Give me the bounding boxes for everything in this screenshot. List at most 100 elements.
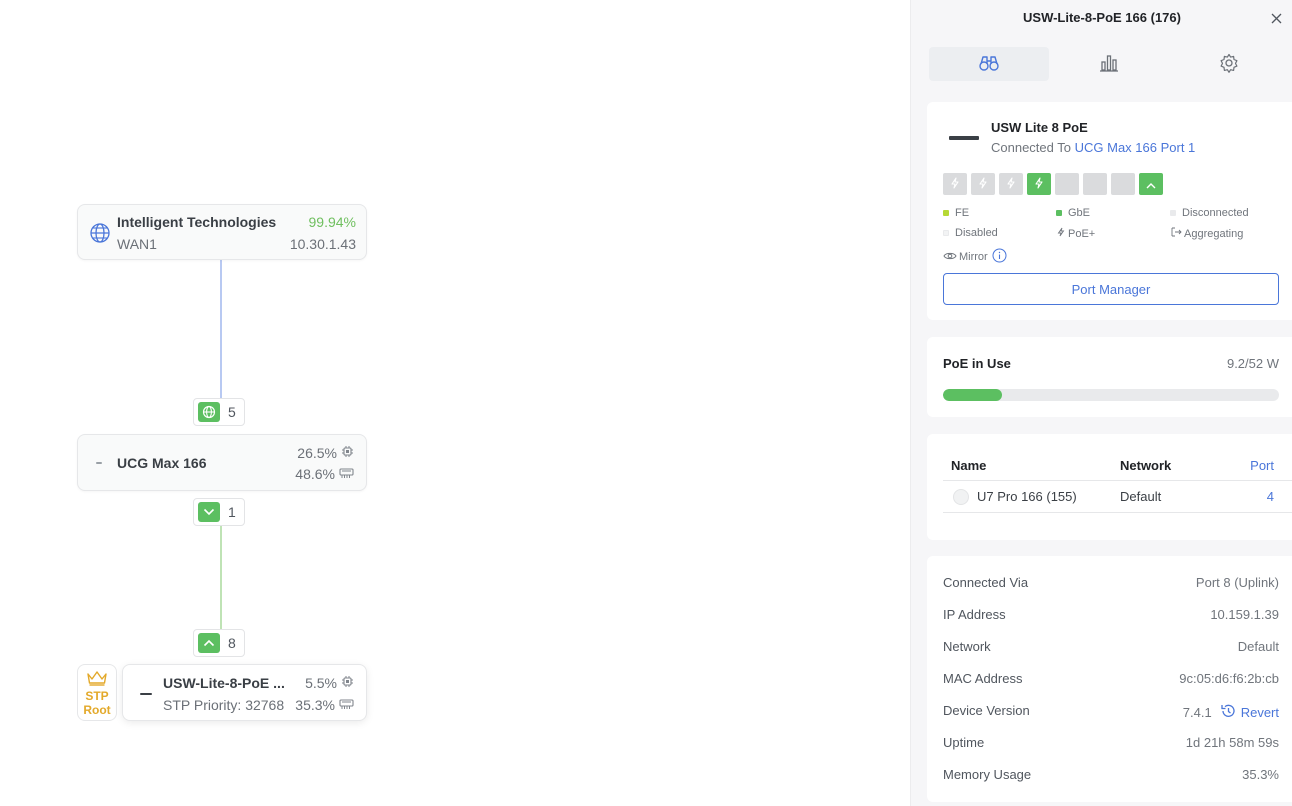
uplink-device-link[interactable]: UCG Max 166 Port 1 <box>1075 140 1196 155</box>
port-number: 5 <box>228 404 236 420</box>
legend-disconnected: Disconnected <box>1170 207 1249 219</box>
topology-canvas[interactable]: Intelligent Technologies 99.94% WAN1 10.… <box>0 0 910 806</box>
client-name: U7 Pro 166 (155) <box>977 489 1077 504</box>
info-network: Network Default <box>943 639 1279 654</box>
poe-icon <box>949 176 961 192</box>
chevron-up-icon <box>1146 177 1156 192</box>
chevron-up-icon <box>198 633 220 653</box>
memory-icon <box>339 698 354 713</box>
close-button[interactable] <box>1267 10 1285 28</box>
switch-link-line <box>220 526 222 631</box>
column-header-network[interactable]: Network <box>1120 458 1171 473</box>
poe-icon <box>1005 176 1017 192</box>
legend-poe: PoE+ <box>1056 227 1095 240</box>
gateway-lan-port-chip[interactable]: 1 <box>193 498 245 526</box>
poe-icon <box>1056 227 1066 240</box>
info-device-version: Device Version 7.4.1 Revert <box>943 703 1279 722</box>
switch-node[interactable]: USW-Lite-8-PoE ... STP Priority: 32768 5… <box>122 664 367 721</box>
connected-to: Connected To UCG Max 166 Port 1 <box>991 140 1196 155</box>
globe-icon <box>89 222 111 247</box>
port-3[interactable] <box>999 173 1023 195</box>
port-7[interactable] <box>1111 173 1135 195</box>
info-ip-address: IP Address 10.159.1.39 <box>943 607 1279 622</box>
poe-label: PoE in Use <box>943 356 1011 371</box>
switch-uplink-port-chip[interactable]: 8 <box>193 629 245 657</box>
gateway-node[interactable]: UCG Max 166 26.5% 48.6% <box>77 434 367 491</box>
poe-usage-card: PoE in Use 9.2/52 W <box>927 337 1292 417</box>
ap-device-icon <box>953 489 969 505</box>
gear-icon <box>1219 53 1239 76</box>
port-number: 1 <box>228 504 236 520</box>
tab-overview[interactable] <box>929 47 1049 81</box>
port-2[interactable] <box>971 173 995 195</box>
column-header-port[interactable]: Port <box>1222 458 1274 473</box>
legend-fe: FE <box>943 207 969 219</box>
revert-button[interactable]: Revert <box>1220 703 1279 722</box>
info-connected-via: Connected Via Port 8 (Uplink) <box>943 575 1279 590</box>
binoculars-icon <box>978 54 1000 75</box>
bar-chart-icon <box>1099 54 1119 75</box>
aggregating-icon <box>1170 227 1182 240</box>
device-overview-card: USW Lite 8 PoE Connected To UCG Max 166 … <box>927 102 1292 320</box>
globe-icon <box>198 402 220 422</box>
port-6[interactable] <box>1083 173 1107 195</box>
port-1[interactable] <box>943 173 967 195</box>
port-4[interactable] <box>1027 173 1051 195</box>
gateway-wan-port-chip[interactable]: 5 <box>193 398 245 426</box>
wan-ip: 10.30.1.43 <box>289 236 356 252</box>
stp-root-badge: STP Root <box>77 664 117 721</box>
memory-icon <box>339 467 354 482</box>
gateway-device-icon <box>96 462 102 464</box>
isp-name: Intelligent Technologies <box>117 214 277 230</box>
info-memory-usage: Memory Usage 35.3% <box>943 767 1279 782</box>
crown-icon <box>86 670 108 689</box>
version-value: 7.4.1 <box>1182 705 1212 720</box>
switch-cpu: 5.5% <box>305 675 354 691</box>
switch-device-icon <box>140 693 152 695</box>
tab-statistics[interactable] <box>1049 47 1169 81</box>
gateway-memory: 48.6% <box>295 466 354 482</box>
poe-value: 9.2/52 W <box>1226 356 1279 371</box>
poe-icon <box>977 176 989 192</box>
wan-link-line <box>220 260 222 400</box>
port-row <box>943 173 1163 195</box>
isp-uptime: 99.94% <box>308 214 356 230</box>
close-icon <box>1271 12 1282 27</box>
switch-name: USW-Lite-8-PoE ... <box>163 675 285 691</box>
wan-label: WAN1 <box>117 236 157 252</box>
info-mac-address: MAC Address 9c:05:d6:f6:2b:cb <box>943 671 1279 686</box>
poe-progress-fill <box>943 389 1003 401</box>
column-header-name[interactable]: Name <box>951 458 986 473</box>
table-row[interactable]: U7 Pro 166 (155) Default 4 <box>943 481 1292 513</box>
device-model: USW Lite 8 PoE <box>991 120 1088 135</box>
root-label: Root <box>83 703 111 717</box>
internet-node[interactable]: Intelligent Technologies 99.94% WAN1 10.… <box>77 204 367 260</box>
info-uptime: Uptime 1d 21h 58m 59s <box>943 735 1279 750</box>
legend-disabled: Disabled <box>943 227 998 239</box>
stp-label: STP <box>85 689 109 703</box>
legend-mirror: Mirror <box>943 248 1007 266</box>
port-8[interactable] <box>1139 173 1163 195</box>
switch-memory: 35.3% <box>295 697 354 713</box>
client-network: Default <box>1120 489 1162 504</box>
switch-device-icon <box>949 136 979 140</box>
switch-stp-priority: STP Priority: 32768 <box>163 697 285 713</box>
connected-clients-card: Name Network Port U7 Pro 166 (155) Defau… <box>927 434 1292 540</box>
legend-gbe: GbE <box>1056 207 1090 219</box>
poe-icon <box>1033 176 1045 192</box>
cpu-icon <box>341 675 354 691</box>
client-port[interactable]: 4 <box>1222 489 1274 504</box>
eye-icon <box>943 251 957 264</box>
port-5[interactable] <box>1055 173 1079 195</box>
port-manager-button[interactable]: Port Manager <box>943 273 1279 305</box>
legend-aggregating: Aggregating <box>1170 227 1243 240</box>
panel-tabs <box>929 47 1291 81</box>
gateway-cpu: 26.5% <box>297 445 354 461</box>
history-icon <box>1220 703 1236 722</box>
port-number: 8 <box>228 635 236 651</box>
info-icon[interactable] <box>992 248 1007 266</box>
tab-settings[interactable] <box>1169 47 1289 81</box>
device-side-panel: USW-Lite-8-PoE 166 (176) USW Lite 8 PoE … <box>910 0 1292 806</box>
chevron-down-icon <box>198 502 220 522</box>
panel-title: USW-Lite-8-PoE 166 (176) <box>1023 10 1181 25</box>
